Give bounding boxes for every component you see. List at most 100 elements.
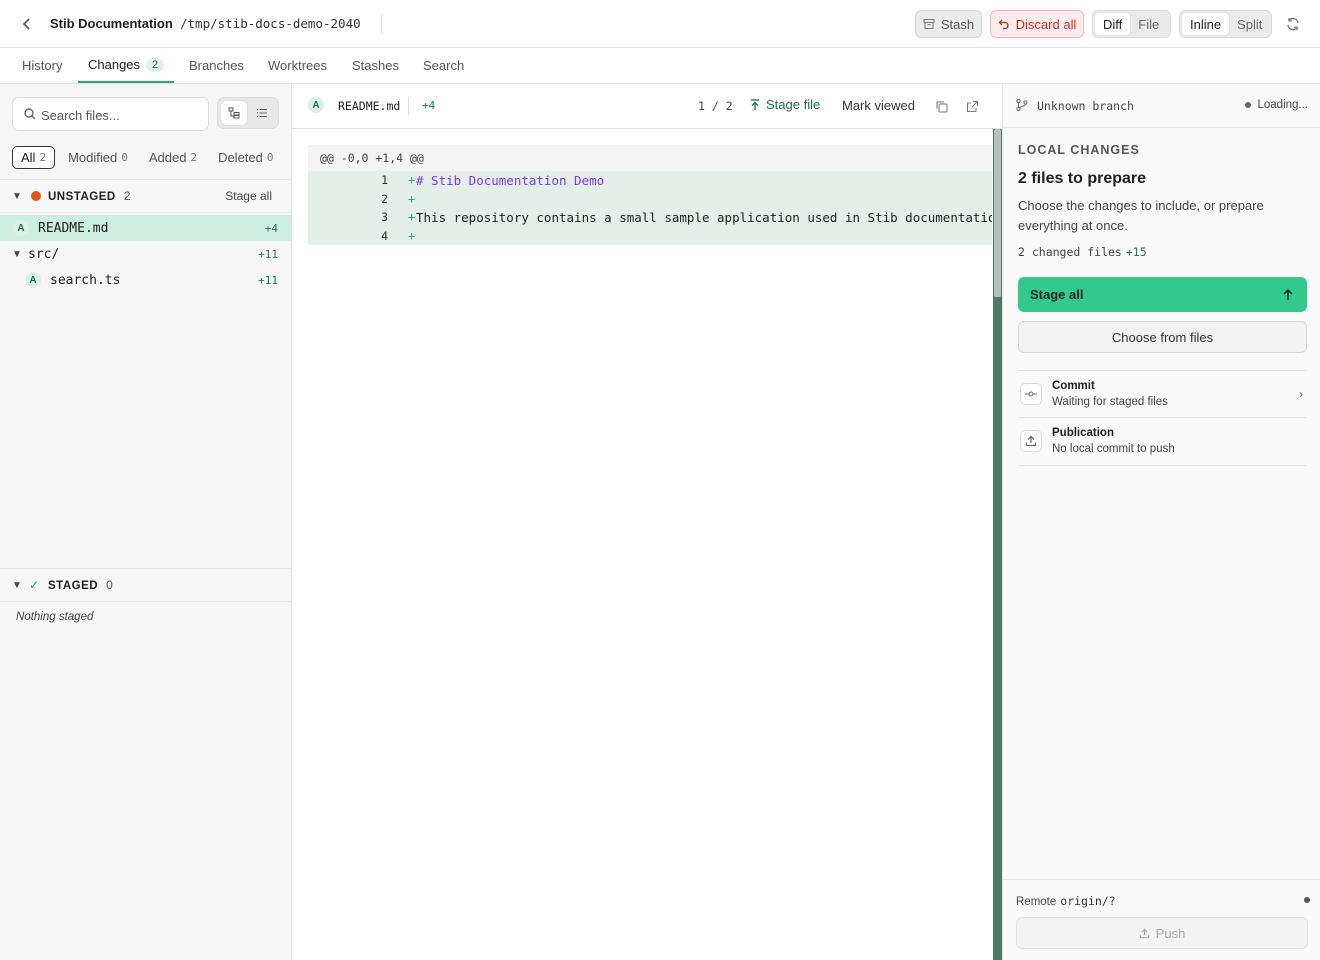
tab-stashes[interactable]: Stashes — [352, 48, 399, 83]
nothing-staged-text: Nothing staged — [16, 611, 94, 623]
tab-history[interactable]: History — [22, 48, 62, 83]
line-code: # Stib Documentation Demo — [416, 172, 605, 188]
added-status-badge: A — [308, 97, 324, 113]
diff-sign: + — [408, 191, 416, 206]
list-view-icon[interactable] — [249, 101, 275, 125]
diff-sign: + — [408, 210, 416, 225]
arrow-up-icon — [1283, 288, 1293, 300]
filter-count: 2 — [190, 150, 198, 164]
archive-icon — [923, 19, 935, 29]
file-name: README.md — [38, 220, 109, 236]
view-mode-split[interactable]: Split — [1229, 13, 1270, 35]
staged-section-header[interactable]: ▼ ✓ STAGED 0 — [0, 568, 291, 602]
repo-path: /tmp/stib-docs-demo-2040 — [180, 16, 361, 31]
stage-all-button[interactable]: Stage all — [1018, 277, 1307, 312]
git-commit-icon — [1020, 383, 1042, 405]
upload-icon — [1139, 928, 1149, 938]
publication-title: Publication — [1052, 427, 1114, 439]
filter-label: Modified — [68, 149, 118, 165]
filter-all[interactable]: All 2 — [12, 145, 56, 169]
stage-file-button[interactable]: Stage file — [750, 97, 820, 112]
tab-label: Stashes — [352, 58, 399, 73]
file-name: search.ts — [50, 272, 121, 288]
search-files-input[interactable] — [41, 105, 201, 125]
discard-all-button[interactable]: Discard all — [990, 10, 1084, 38]
tab-changes[interactable]: Changes 2 — [78, 48, 175, 83]
refresh-icon[interactable] — [1283, 14, 1303, 34]
remote-label-text: Remote — [1016, 896, 1057, 908]
line-number: 1 — [381, 173, 388, 188]
copy-icon[interactable] — [932, 97, 950, 115]
search-icon — [24, 108, 36, 120]
diff-line: 4 + — [308, 226, 992, 245]
tab-search[interactable]: Search — [423, 48, 464, 83]
file-row[interactable]: A search.ts +11 — [0, 267, 291, 293]
upload-icon — [1020, 430, 1042, 452]
stage-arrow-icon — [751, 98, 759, 110]
diff-line: 1 + # Stib Documentation Demo — [308, 171, 992, 190]
unstaged-section-header[interactable]: ▼ UNSTAGED 2 Stage all — [0, 179, 291, 213]
undo-icon — [998, 19, 1009, 30]
section-title-text: STAGED — [48, 580, 99, 592]
diff-mode-file[interactable]: File — [1130, 13, 1167, 35]
file-row[interactable]: A README.md +4 — [0, 215, 291, 241]
hunk-header: @@ -0,0 +1,4 @@ — [308, 145, 992, 171]
file-additions: +4 — [264, 221, 278, 235]
repo-name: Stib Documentation — [50, 16, 173, 31]
filter-modified[interactable]: Modified 0 — [60, 146, 136, 169]
tab-worktrees[interactable]: Worktrees — [268, 48, 327, 83]
caret-down-icon[interactable]: ▼ — [12, 191, 22, 202]
tree-list-toggle — [217, 97, 279, 129]
filter-count: 2 — [39, 150, 47, 164]
scrollbar-thumb[interactable] — [994, 129, 1001, 297]
filter-deleted[interactable]: Deleted 0 — [210, 146, 281, 169]
file-sidebar: All2 Modified0 Added2 Deleted0 ▼ UNSTAGE… — [0, 84, 292, 960]
folder-name: src/ — [28, 246, 60, 262]
commit-title: Commit — [1052, 380, 1095, 392]
publication-step[interactable]: Publication No local commit to push — [1018, 418, 1307, 466]
tab-branches[interactable]: Branches — [189, 48, 244, 83]
remote-section: Remote origin/? Push — [1003, 879, 1320, 960]
filter-count: 0 — [266, 150, 274, 164]
diff-sign: + — [408, 228, 416, 243]
discard-label: Discard all — [1015, 16, 1077, 32]
check-icon: ✓ — [29, 578, 40, 592]
view-mode-inline[interactable]: Inline — [1182, 13, 1230, 35]
loading-indicator: Loading... — [1245, 99, 1308, 111]
added-status-badge: A — [13, 220, 29, 236]
file-additions: +11 — [258, 273, 278, 287]
staged-title: STAGED 0 — [48, 578, 113, 592]
stage-all-label: Stage all — [1030, 287, 1084, 302]
loading-text: Loading... — [1257, 99, 1308, 111]
branch-name: Unknown branch — [1037, 99, 1134, 113]
remote-value: origin/? — [1060, 894, 1116, 908]
status-filters: All 2 Modified 0 Added 2 Deleted 0 — [12, 145, 287, 169]
commit-step[interactable]: Commit Waiting for staged files › — [1018, 370, 1307, 418]
diff-line: 2 + — [308, 189, 992, 208]
changed-files-count: 2 changed files — [1018, 245, 1122, 259]
caret-down-icon[interactable]: ▼ — [12, 580, 22, 591]
open-external-icon[interactable] — [963, 97, 981, 115]
filter-label: All — [21, 149, 36, 165]
tab-label: Search — [423, 58, 465, 73]
caret-down-icon[interactable]: ▼ — [12, 249, 22, 260]
diff-scrollbar[interactable] — [993, 129, 1002, 960]
loading-dot — [1245, 102, 1252, 108]
local-changes-panel: Unknown branch Loading... LOCAL CHANGES … — [1002, 84, 1320, 960]
chevron-right-icon: › — [1299, 387, 1303, 401]
folder-row[interactable]: ▼ src/ +11 — [0, 241, 291, 267]
tree-view-icon[interactable] — [221, 101, 247, 125]
stash-button[interactable]: Stash — [915, 10, 982, 38]
tab-label: History — [22, 58, 63, 73]
filter-label: Added — [148, 149, 187, 165]
filter-added[interactable]: Added 2 — [141, 146, 205, 169]
stage-file-label: Stage file — [766, 97, 821, 112]
stage-all-link[interactable]: Stage all — [225, 189, 272, 203]
diff-mode-diff[interactable]: Diff — [1095, 13, 1131, 35]
back-chevron-icon[interactable] — [18, 14, 36, 34]
choose-from-files-button[interactable]: Choose from files — [1018, 321, 1307, 353]
mark-viewed-button[interactable]: Mark viewed — [842, 98, 915, 113]
section-title-text: UNSTAGED — [48, 191, 116, 203]
push-button[interactable]: Push — [1016, 917, 1308, 949]
remote-status-dot — [1304, 897, 1310, 903]
